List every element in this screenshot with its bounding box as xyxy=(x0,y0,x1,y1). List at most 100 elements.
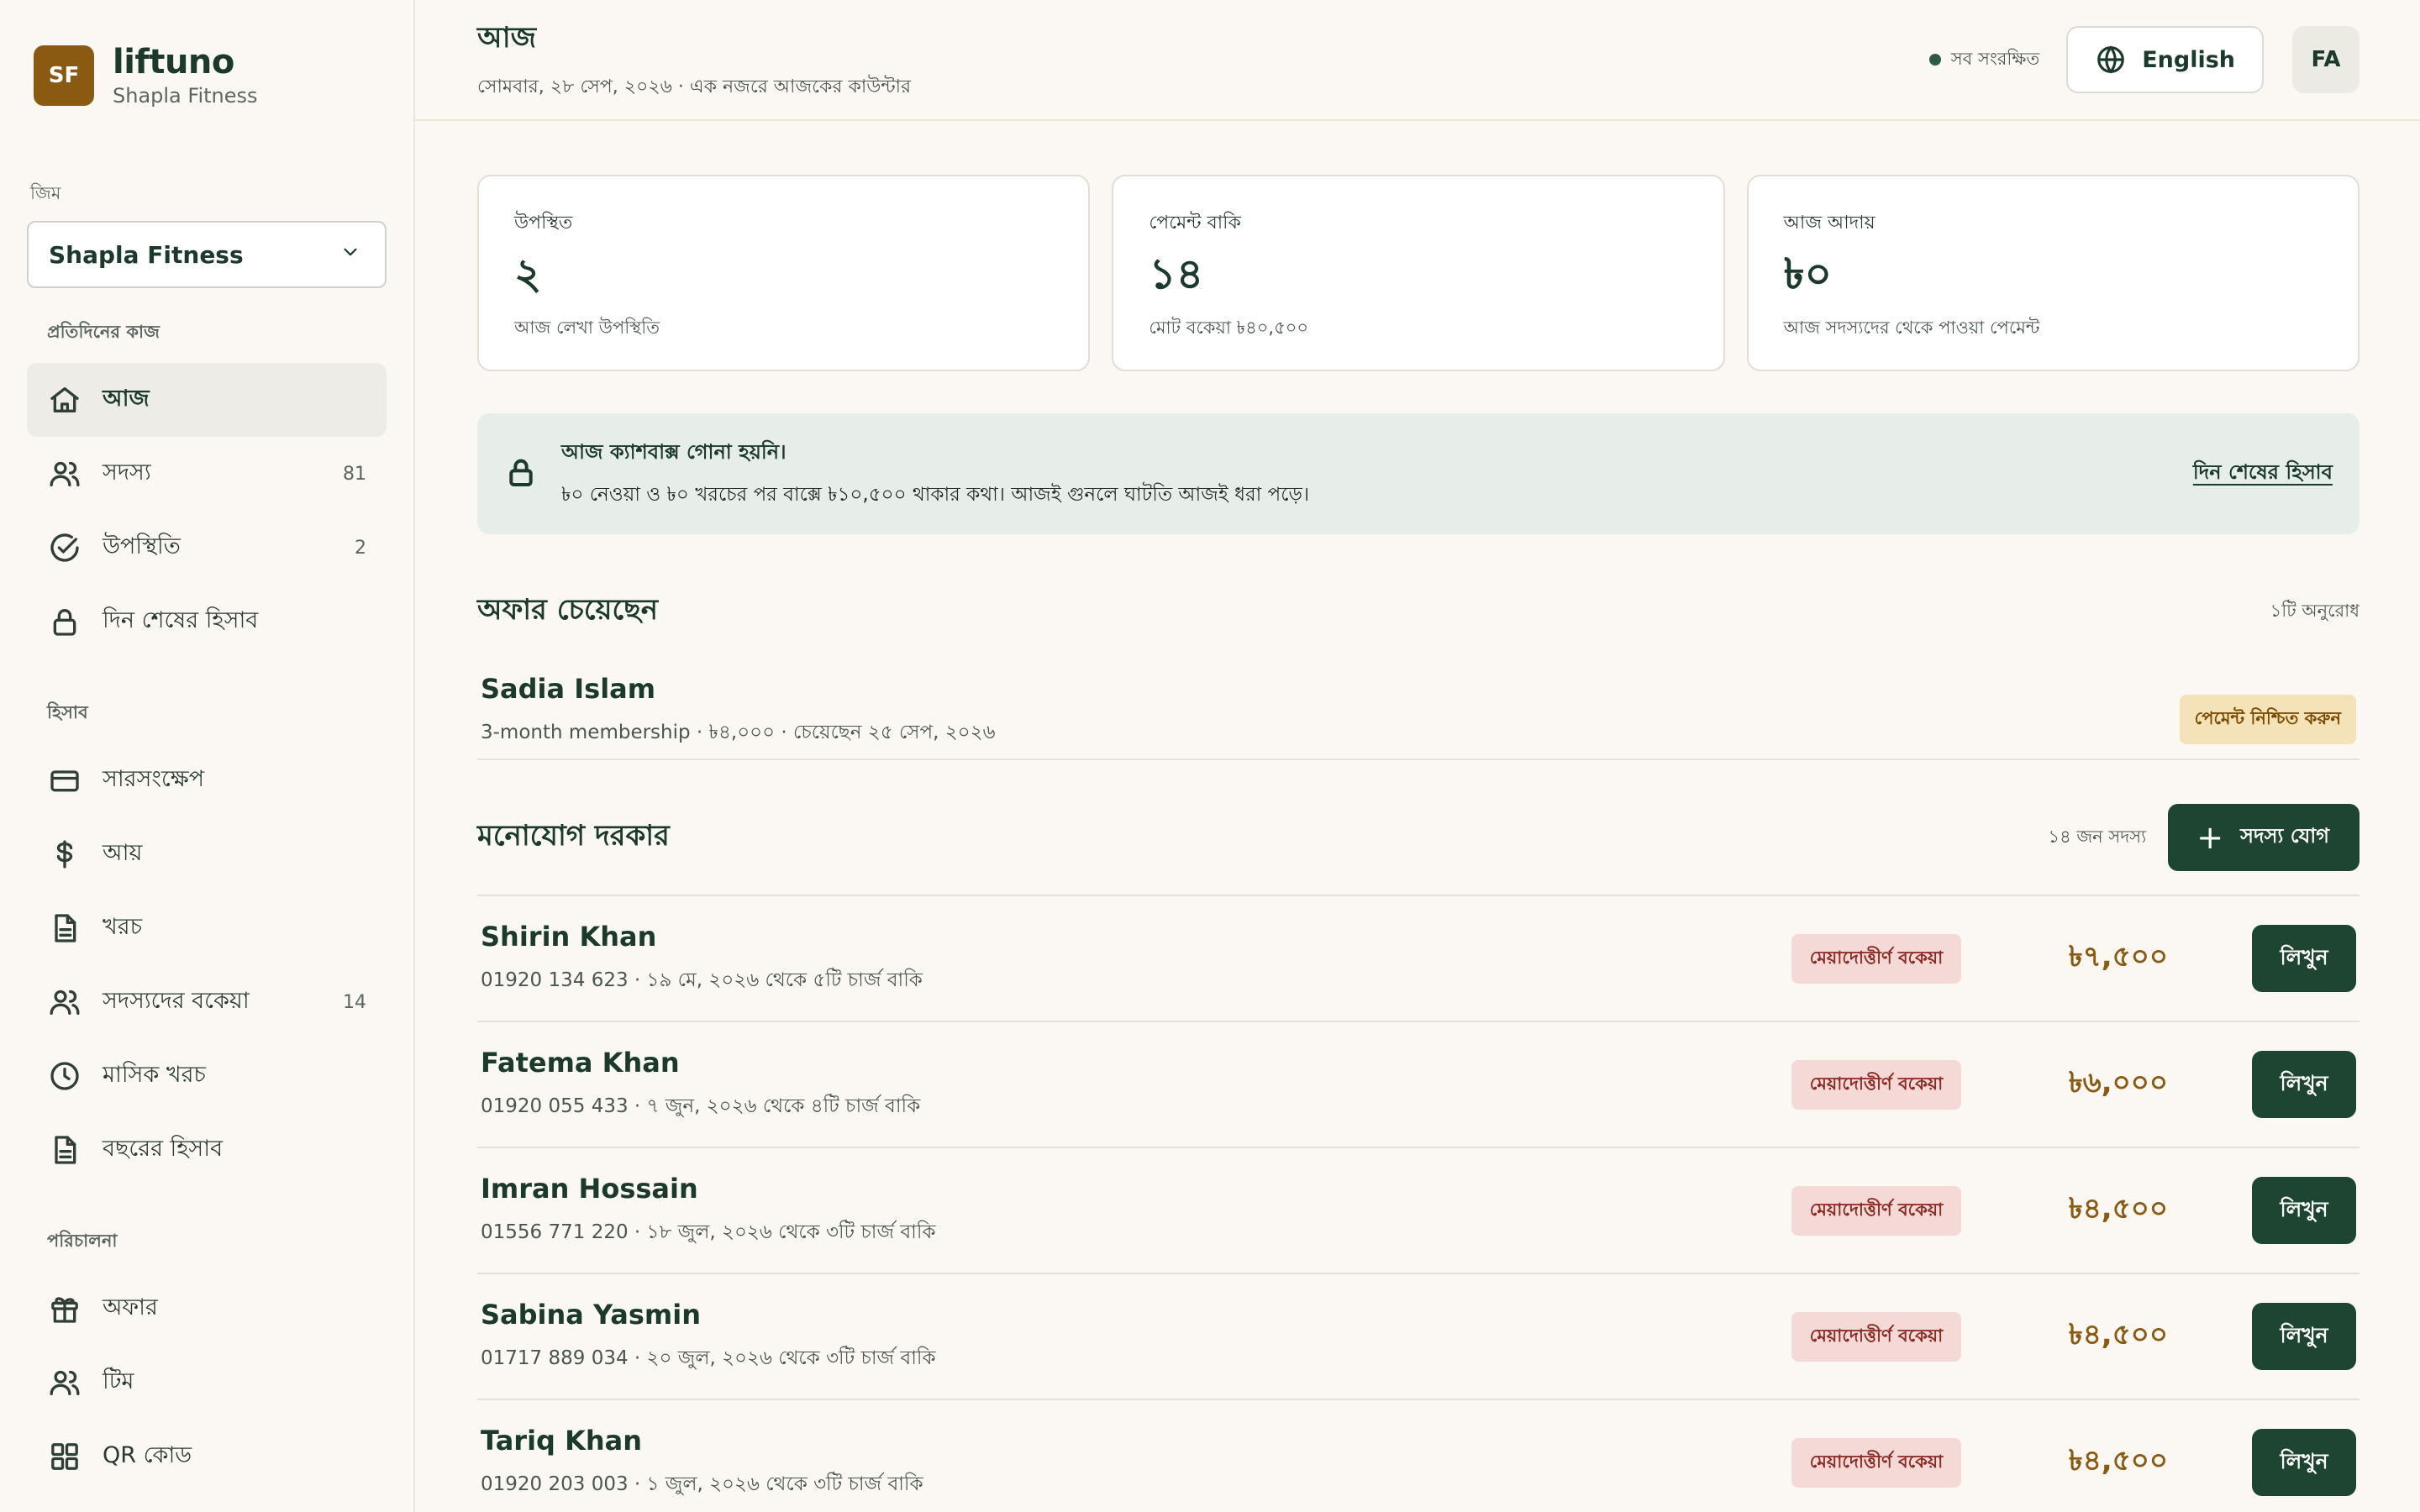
add-member-button[interactable]: + সদস্য যোগ xyxy=(2168,804,2360,871)
member-name: Imran Hossain xyxy=(481,1172,698,1205)
globe-icon xyxy=(2097,45,2125,74)
check-circle-icon xyxy=(47,530,82,565)
sidebar-item-label: খরচ xyxy=(103,913,143,940)
offers-count: ১টি অনুরোধ xyxy=(2270,601,2360,621)
sidebar-item[interactable]: সারসংক্ষেপ xyxy=(27,743,387,817)
sidebar-nav: প্রতিদিনের কাজ আজ সদস্য 81 উপস্থিতি 2 দিন শেষে… xyxy=(27,318,387,1494)
sidebar-item-count: 2 xyxy=(355,537,366,559)
record-payment-button[interactable]: লিখুন xyxy=(2252,1177,2356,1244)
gym-select[interactable]: Shapla Fitness xyxy=(27,221,387,288)
member-row[interactable]: Sabina Yasmin 01717 889 034 · ২০ জুল, ২০২… xyxy=(477,1274,2360,1400)
sidebar-item[interactable]: টিম xyxy=(27,1346,387,1420)
sidebar-item[interactable]: উপস্থিতি 2 xyxy=(27,511,387,585)
alert-title: আজ ক্যাশবাক্স গোনা হয়নি। xyxy=(561,439,786,464)
overdue-badge: মেয়াদোত্তীর্ণ বকেয়া xyxy=(1791,1185,1961,1236)
avatar[interactable]: FA xyxy=(2292,26,2360,93)
due-amount: ৳৬,০০০ xyxy=(2068,1065,2168,1100)
member-detail: 01920 203 003 · ১ জুল, ২০২৬ থেকে ৩টি চার… xyxy=(481,1473,923,1495)
plus-icon: + xyxy=(2196,819,2224,856)
status-dot-icon xyxy=(1928,54,1941,66)
brand-logo: SF xyxy=(34,45,94,106)
confirm-payment-badge[interactable]: পেমেন্ট নিশ্চিত করুন xyxy=(2179,695,2356,744)
member-detail: 01920 134 623 · ১৯ মে, ২০২৬ থেকে ৫টি চার… xyxy=(481,969,923,991)
sidebar-section-label: প্রতিদিনের কাজ xyxy=(47,322,160,342)
due-amount: ৳৪,৫০০ xyxy=(2068,1317,2168,1352)
sidebar-item[interactable]: আজ xyxy=(27,363,387,437)
offers-title: অফার চেয়েছেন xyxy=(477,593,659,627)
record-payment-button[interactable]: লিখুন xyxy=(2252,1303,2356,1370)
member-row[interactable]: Fatema Khan 01920 055 433 · ৭ জুন, ২০২৬ থ… xyxy=(477,1022,2360,1148)
record-payment-button[interactable]: লিখুন xyxy=(2252,925,2356,992)
attention-title: মনোযোগ দরকার xyxy=(477,818,670,853)
stat-label: আজ আদায় xyxy=(1783,213,1876,234)
lock-icon xyxy=(504,455,538,492)
member-row[interactable]: Shirin Khan 01920 134 623 · ১৯ মে, ২০২৬ থ… xyxy=(477,896,2360,1022)
stat-card: উপস্থিত ২ আজ লেখা উপস্থিতি xyxy=(477,175,1091,371)
sidebar-item[interactable]: QR কোড xyxy=(27,1420,387,1494)
language-button[interactable]: English xyxy=(2066,26,2264,93)
home-icon xyxy=(47,382,82,417)
stat-card: আজ আদায় ৳০ আজ সদস্যদের থেকে পাওয়া পেমেন্… xyxy=(1746,175,2360,371)
credit-card-icon xyxy=(47,763,82,798)
sidebar-item-label: অফার xyxy=(103,1294,158,1320)
due-amount: ৳৪,৫০০ xyxy=(2068,1191,2168,1226)
overdue-badge: মেয়াদোত্তীর্ণ বকেয়া xyxy=(1791,933,1961,984)
cashbox-alert: আজ ক্যাশবাক্স গোনা হয়নি। ৳০ নেওয়া ও ৳০… xyxy=(477,413,2360,534)
page-subtitle: সোমবার, ২৮ সেপ, ২০২৬ · এক নজরে আজকের কাউ… xyxy=(477,76,912,97)
save-status: সব সংরক্ষিত xyxy=(1928,45,2040,75)
end-of-day-link[interactable]: দিন শেষের হিসাব xyxy=(2193,457,2333,491)
overdue-badge: মেয়াদোত্তীর্ণ বকেয়া xyxy=(1791,1059,1961,1110)
sidebar-item[interactable]: অফার xyxy=(27,1272,387,1346)
due-amount: ৳৭,৫০০ xyxy=(2068,939,2168,974)
sidebar-item-count: 81 xyxy=(343,463,366,485)
sidebar-item-label: উপস্থিতি xyxy=(103,533,181,559)
sidebar-item[interactable]: মাসিক খরচ xyxy=(27,1039,387,1113)
grid-icon xyxy=(47,1439,82,1474)
sidebar-item-count: 14 xyxy=(343,991,366,1013)
alert-body: ৳০ নেওয়া ও ৳০ খরচের পর বাক্সে ৳১০,৫০০ থ… xyxy=(561,483,1310,506)
sidebar-item[interactable]: খরচ xyxy=(27,891,387,965)
offer-row[interactable]: Sadia Islam 3-month membership · ৳৪,০০০ ·… xyxy=(477,673,2360,760)
brand[interactable]: SF liftuno Shapla Fitness xyxy=(27,0,387,151)
users-icon xyxy=(47,984,82,1020)
sidebar-item-label: সদস্যদের বকেয়া xyxy=(103,987,250,1014)
attention-section: মনোযোগ দরকার ১৪ জন সদস্য + সদস্য যোগ Shi… xyxy=(477,804,2360,1512)
sidebar-item[interactable]: সদস্যদের বকেয়া 14 xyxy=(27,965,387,1039)
language-button-label: English xyxy=(2142,46,2235,73)
stat-value: ২ xyxy=(514,249,542,298)
brand-gym-name: Shapla Fitness xyxy=(113,84,258,108)
offers-section: অফার চেয়েছেন ১টি অনুরোধ Sadia Islam 3-mo… xyxy=(477,588,2360,760)
sidebar-item[interactable]: আয় xyxy=(27,817,387,891)
member-name: Sabina Yasmin xyxy=(481,1298,701,1331)
record-payment-button[interactable]: লিখুন xyxy=(2252,1429,2356,1496)
app-name: liftuno xyxy=(113,43,234,81)
member-row[interactable]: Imran Hossain 01556 771 220 · ১৮ জুল, ২০২… xyxy=(477,1148,2360,1274)
overdue-badge: মেয়াদোত্তীর্ণ বকেয়া xyxy=(1791,1311,1961,1362)
sidebar-item[interactable]: দিন শেষের হিসাব xyxy=(27,585,387,659)
member-row[interactable]: Tariq Khan 01920 203 003 · ১ জুল, ২০২৬ থে… xyxy=(477,1400,2360,1512)
offer-member-name: Sadia Islam xyxy=(481,673,656,705)
gift-icon xyxy=(47,1291,82,1326)
record-payment-button[interactable]: লিখুন xyxy=(2252,1051,2356,1118)
gym-select-value: Shapla Fitness xyxy=(49,240,244,269)
member-name: Tariq Khan xyxy=(481,1424,643,1457)
users-icon xyxy=(47,1365,82,1400)
sidebar-item-label: দিন শেষের হিসাব xyxy=(103,606,259,633)
sidebar-item-label: বছরের হিসাব xyxy=(103,1135,224,1162)
sidebar-item[interactable]: বছরের হিসাব xyxy=(27,1113,387,1187)
stat-value: ১৪ xyxy=(1149,249,1204,298)
users-icon xyxy=(47,456,82,491)
offer-detail: 3-month membership · ৳৪,০০০ · চেয়েছেন ২… xyxy=(481,722,996,743)
sidebar-item-label: QR কোড xyxy=(103,1441,192,1468)
document-icon xyxy=(47,911,82,946)
overdue-badge: মেয়াদোত্তীর্ণ বকেয়া xyxy=(1791,1437,1961,1488)
member-name: Shirin Khan xyxy=(481,920,657,953)
sidebar-item-label: সারসংক্ষেপ xyxy=(103,765,205,792)
sidebar-item[interactable]: সদস্য 81 xyxy=(27,437,387,511)
save-status-text: সব সংরক্ষিত xyxy=(1950,48,2040,69)
main-content: আজ সোমবার, ২৮ সেপ, ২০২৬ · এক নজরে আজকের … xyxy=(415,0,2420,1512)
member-detail: 01556 771 220 · ১৮ জুল, ২০২৬ থেকে ৩টি চা… xyxy=(481,1221,936,1243)
stat-card: পেমেন্ট বাকি ১৪ মোট বকেয়া ৳৪০,৫০০ xyxy=(1112,175,1725,371)
chevron-down-icon xyxy=(339,241,361,269)
sidebar-item-label: সদস্য xyxy=(103,459,151,486)
